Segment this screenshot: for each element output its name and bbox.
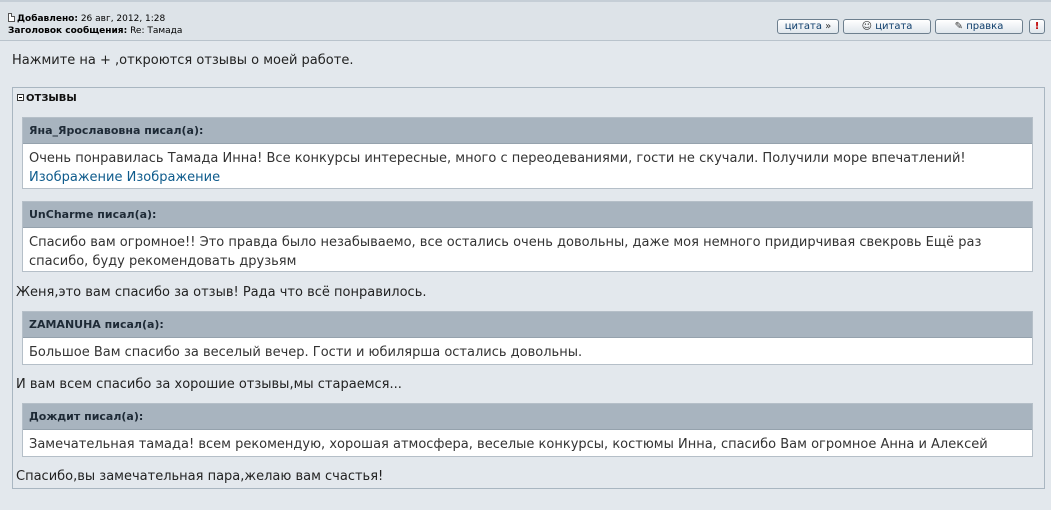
quote-body: Спасибо вам огромное!! Это правда было н… (23, 228, 1032, 275)
speech-bubble-icon: ☺ (861, 21, 873, 32)
post-document-icon (8, 13, 15, 22)
quote-body: Большое Вам спасибо за веселый вечер. Го… (23, 338, 1032, 366)
spoiler-block: ОТЗЫВЫ Яна_Ярославовна писал(а): Очень п… (12, 87, 1045, 489)
quote-author: ZAMANUHA писал(а): (23, 312, 1032, 338)
spoiler-toggle[interactable]: ОТЗЫВЫ (17, 93, 77, 104)
quote-text: Спасибо вам огромное!! Это правда было н… (29, 235, 982, 269)
quote-label: цитата (875, 21, 913, 32)
subject-value: Re: Тамада (130, 26, 183, 36)
multi-quote-button[interactable]: цитата » (777, 19, 839, 34)
double-chevron-down-icon: » (825, 21, 832, 32)
quote-text: Большое Вам спасибо за веселый вечер. Го… (29, 345, 583, 360)
image-links[interactable]: Изображение Изображение (29, 168, 1026, 187)
edit-button[interactable]: ✎ правка (935, 19, 1023, 34)
multi-quote-label: цитата (784, 21, 822, 32)
report-label: ! (1034, 21, 1040, 32)
quote-text: Замечательная тамада! всем рекомендую, х… (29, 437, 988, 452)
quote-block: Яна_Ярославовна писал(а): Очень понравил… (22, 117, 1033, 189)
quote-author: Яна_Ярославовна писал(а): (23, 118, 1032, 144)
quote-text: Очень понравилась Тамада Инна! Все конку… (29, 151, 966, 166)
reply-text: Спасибо,вы замечательная пара,желаю вам … (16, 469, 384, 484)
quote-body: Замечательная тамада! всем рекомендую, х… (23, 430, 1032, 458)
quote-block: ZAMANUHA писал(а): Большое Вам спасибо з… (22, 311, 1033, 365)
added-value: 26 авг, 2012, 1:28 (80, 14, 166, 24)
quote-button[interactable]: ☺ цитата (843, 19, 931, 34)
quote-author: UnCharme писал(а): (23, 202, 1032, 228)
post-date-line: Добавлено: 26 авг, 2012, 1:28 (8, 13, 182, 25)
edit-label: правка (966, 21, 1004, 32)
pencil-icon: ✎ (954, 21, 964, 32)
post-meta: Добавлено: 26 авг, 2012, 1:28 Заголовок … (8, 13, 182, 37)
subject-label: Заголовок сообщения: (8, 26, 128, 36)
report-button[interactable]: ! (1029, 19, 1045, 34)
added-label: Добавлено: (17, 14, 78, 24)
reply-text: Женя,это вам спасибо за отзыв! Рада что … (16, 285, 427, 300)
spoiler-title: ОТЗЫВЫ (26, 93, 77, 104)
collapse-minus-icon[interactable] (17, 94, 24, 101)
forum-post: Добавлено: 26 авг, 2012, 1:28 Заголовок … (0, 0, 1051, 510)
post-intro-text: Нажмите на + ,откроются отзывы о моей ра… (12, 53, 354, 68)
quote-body: Очень понравилась Тамада Инна! Все конку… (23, 144, 1032, 191)
reply-text: И вам всем спасибо за хорошие отзывы,мы … (16, 377, 402, 392)
quote-block: Дождит писал(а): Замечательная тамада! в… (22, 403, 1033, 457)
quote-author: Дождит писал(а): (23, 404, 1032, 430)
post-header: Добавлено: 26 авг, 2012, 1:28 Заголовок … (0, 0, 1051, 41)
quote-block: UnCharme писал(а): Спасибо вам огромное!… (22, 201, 1033, 272)
post-subject-line: Заголовок сообщения: Re: Тамада (8, 25, 182, 37)
